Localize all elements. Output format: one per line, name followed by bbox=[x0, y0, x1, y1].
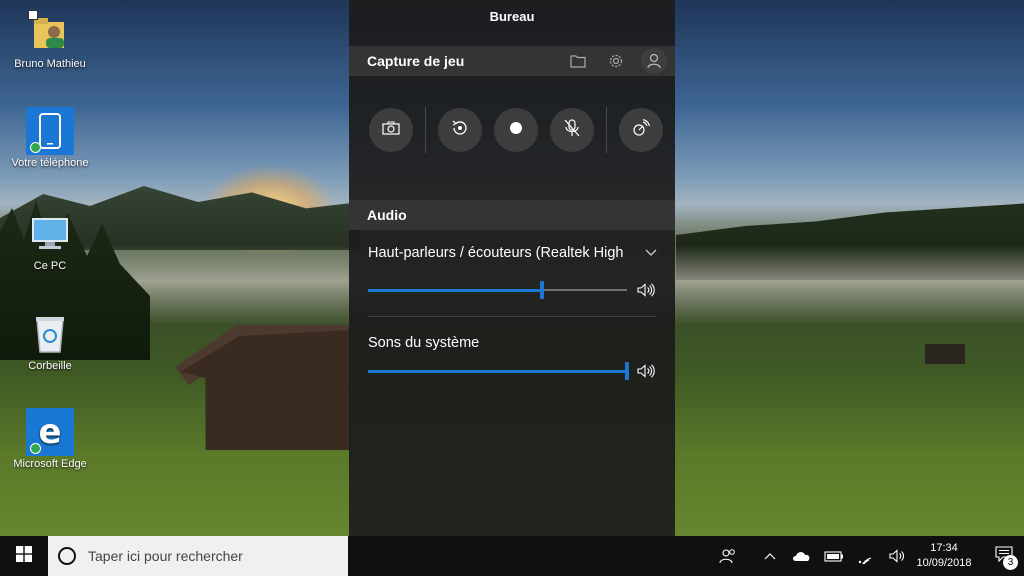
search-placeholder: Taper ici pour rechercher bbox=[88, 548, 243, 564]
screenshot-button[interactable] bbox=[369, 108, 413, 152]
desktop-icon-label: Microsoft Edge bbox=[13, 458, 87, 470]
system-volume-row bbox=[349, 357, 675, 385]
desktop-icon-label: Bruno Mathieu bbox=[14, 58, 86, 70]
chevron-down-icon bbox=[645, 245, 657, 261]
wifi-icon[interactable] bbox=[850, 536, 882, 576]
wallpaper-hut-far bbox=[925, 344, 965, 364]
gear-icon[interactable] bbox=[603, 48, 629, 74]
desktop-icon-recycle-bin[interactable]: Corbeille bbox=[7, 310, 93, 372]
notification-count-badge: 3 bbox=[1003, 555, 1018, 570]
clock-time: 17:34 bbox=[930, 542, 958, 554]
volume-icon[interactable] bbox=[882, 536, 914, 576]
capture-section-header: Capture de jeu bbox=[349, 46, 675, 76]
speaker-icon[interactable] bbox=[635, 364, 657, 378]
recycle-bin-icon bbox=[26, 310, 74, 358]
audio-device-name: Haut-parleurs / écouteurs (Realtek High bbox=[368, 245, 624, 261]
computer-icon bbox=[26, 210, 74, 258]
desktop-icon-phone[interactable]: Votre téléphone bbox=[7, 107, 93, 169]
start-recording-button[interactable] bbox=[494, 108, 538, 152]
phone-icon bbox=[26, 107, 74, 155]
mic-off-icon bbox=[564, 118, 580, 142]
edge-icon: e bbox=[26, 408, 74, 456]
capture-section-title: Capture de jeu bbox=[367, 53, 465, 69]
people-icon[interactable] bbox=[712, 536, 744, 576]
replay-icon bbox=[451, 119, 469, 142]
start-button[interactable] bbox=[0, 536, 48, 576]
panel-title: Bureau bbox=[489, 9, 535, 24]
onedrive-icon[interactable] bbox=[786, 536, 818, 576]
slider-thumb[interactable] bbox=[625, 362, 629, 380]
user-folder-icon bbox=[26, 8, 74, 56]
taskbar-clock[interactable]: 17:34 10/09/2018 bbox=[914, 541, 974, 571]
separator bbox=[606, 107, 607, 153]
slider-fill bbox=[368, 369, 627, 373]
camera-icon bbox=[382, 121, 400, 140]
speaker-icon[interactable] bbox=[635, 283, 657, 297]
separator bbox=[425, 107, 426, 153]
desktop-icon-label: Corbeille bbox=[28, 360, 72, 372]
windows-logo-icon bbox=[16, 545, 32, 567]
cortana-icon bbox=[58, 547, 76, 565]
device-volume-slider[interactable] bbox=[368, 281, 627, 299]
taskbar: Taper ici pour rechercher 17:34 10/09/20… bbox=[0, 536, 1024, 576]
system-sounds-label: Sons du système bbox=[368, 335, 480, 351]
record-last-button[interactable] bbox=[438, 108, 482, 152]
desktop-icon-computer[interactable]: Ce PC bbox=[7, 210, 93, 272]
game-bar-panel: Bureau Capture de jeu Audio Haut-parleur… bbox=[349, 0, 675, 536]
desktop-icon-label: Votre téléphone bbox=[11, 157, 89, 169]
slider-fill bbox=[368, 288, 542, 292]
taskbar-search-box[interactable]: Taper ici pour rechercher bbox=[48, 536, 348, 576]
battery-icon[interactable] bbox=[818, 536, 850, 576]
audio-device-selector[interactable]: Haut-parleurs / écouteurs (Realtek High bbox=[349, 230, 675, 276]
system-volume-slider[interactable] bbox=[368, 362, 629, 380]
audio-section-header: Audio bbox=[349, 200, 675, 230]
microphone-button[interactable] bbox=[550, 108, 594, 152]
chevron-up-icon[interactable] bbox=[754, 536, 786, 576]
record-icon bbox=[509, 121, 523, 140]
capture-buttons-row bbox=[349, 76, 675, 184]
user-icon[interactable] bbox=[641, 48, 667, 74]
desktop-icon-label: Ce PC bbox=[33, 260, 67, 272]
desktop-icon-user-folder[interactable]: Bruno Mathieu bbox=[7, 8, 93, 70]
clock-date: 10/09/2018 bbox=[916, 557, 972, 569]
audio-section-title: Audio bbox=[367, 207, 407, 223]
action-center-button[interactable]: 3 bbox=[984, 536, 1024, 576]
desktop-icon-edge[interactable]: e Microsoft Edge bbox=[7, 408, 93, 470]
broadcast-icon bbox=[632, 118, 651, 142]
broadcast-button[interactable] bbox=[619, 108, 663, 152]
folder-icon[interactable] bbox=[565, 48, 591, 74]
slider-thumb[interactable] bbox=[539, 281, 544, 299]
device-volume-row bbox=[349, 276, 675, 304]
